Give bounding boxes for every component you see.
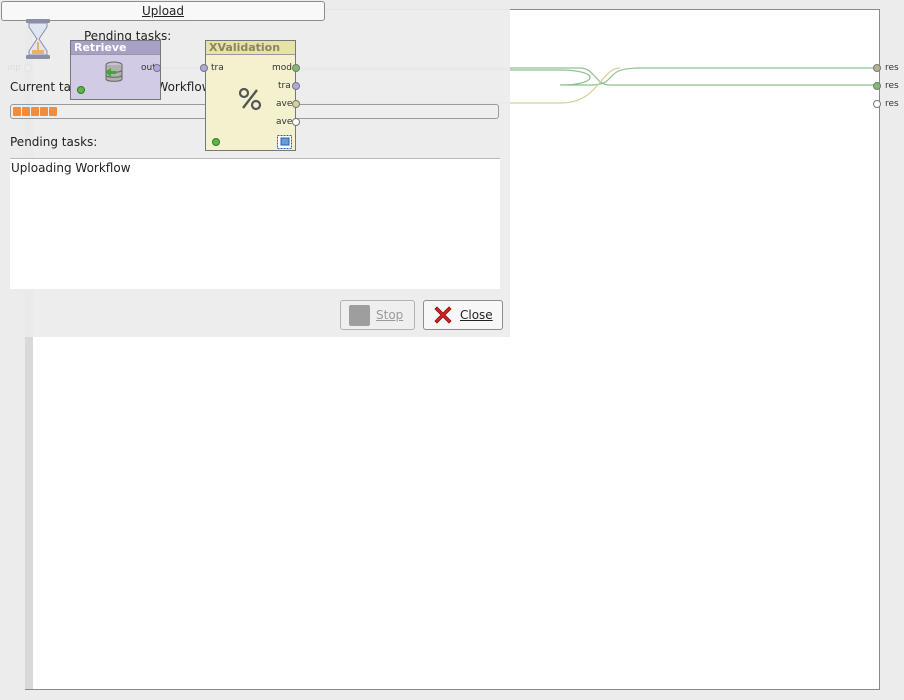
subprocess-icon[interactable] <box>277 135 292 149</box>
port-label: tra <box>278 81 291 91</box>
close-button[interactable]: Close <box>423 300 503 330</box>
retrieve-operator[interactable]: Retrieve out <box>70 40 161 100</box>
result-port-2[interactable] <box>873 82 881 90</box>
hourglass-icon <box>26 19 50 59</box>
xvalidation-mod-port[interactable] <box>292 64 300 72</box>
xvalidation-ave2-port[interactable] <box>292 118 300 126</box>
xvalidation-ave-port[interactable] <box>292 100 300 108</box>
pending-task-list: Uploading Workflow <box>10 158 500 289</box>
xvalidation-tra-in-port[interactable] <box>200 64 208 72</box>
result-port-1[interactable] <box>873 64 881 72</box>
operator-title: XValidation <box>206 41 295 55</box>
close-button-label: Close <box>460 308 493 322</box>
result-port-label: res <box>885 99 899 109</box>
close-icon <box>434 306 452 324</box>
status-indicator <box>212 138 220 146</box>
list-item: Uploading Workflow <box>11 161 131 175</box>
port-label: ave <box>276 99 293 109</box>
operator-title: Retrieve <box>71 41 160 55</box>
stop-button[interactable]: Stop <box>340 300 415 330</box>
retrieve-out-port[interactable] <box>153 64 161 72</box>
stop-icon <box>349 304 370 326</box>
percent-icon <box>238 87 262 111</box>
result-port-label: res <box>885 63 899 73</box>
progress-bar-fill <box>13 107 57 116</box>
xvalidation-operator[interactable]: XValidation tra mod tra ave ave <box>205 40 296 151</box>
port-label: mod <box>272 63 292 73</box>
result-port-3[interactable] <box>873 100 881 108</box>
stop-button-label: Stop <box>376 308 404 322</box>
database-icon <box>105 61 123 82</box>
status-indicator <box>77 86 85 94</box>
result-port-label: res <box>885 81 899 91</box>
xvalidation-tra-out-port[interactable] <box>292 82 300 90</box>
port-label: ave <box>276 117 293 127</box>
pending-tasks-label: Pending tasks: <box>10 135 98 149</box>
port-label: tra <box>211 63 224 73</box>
